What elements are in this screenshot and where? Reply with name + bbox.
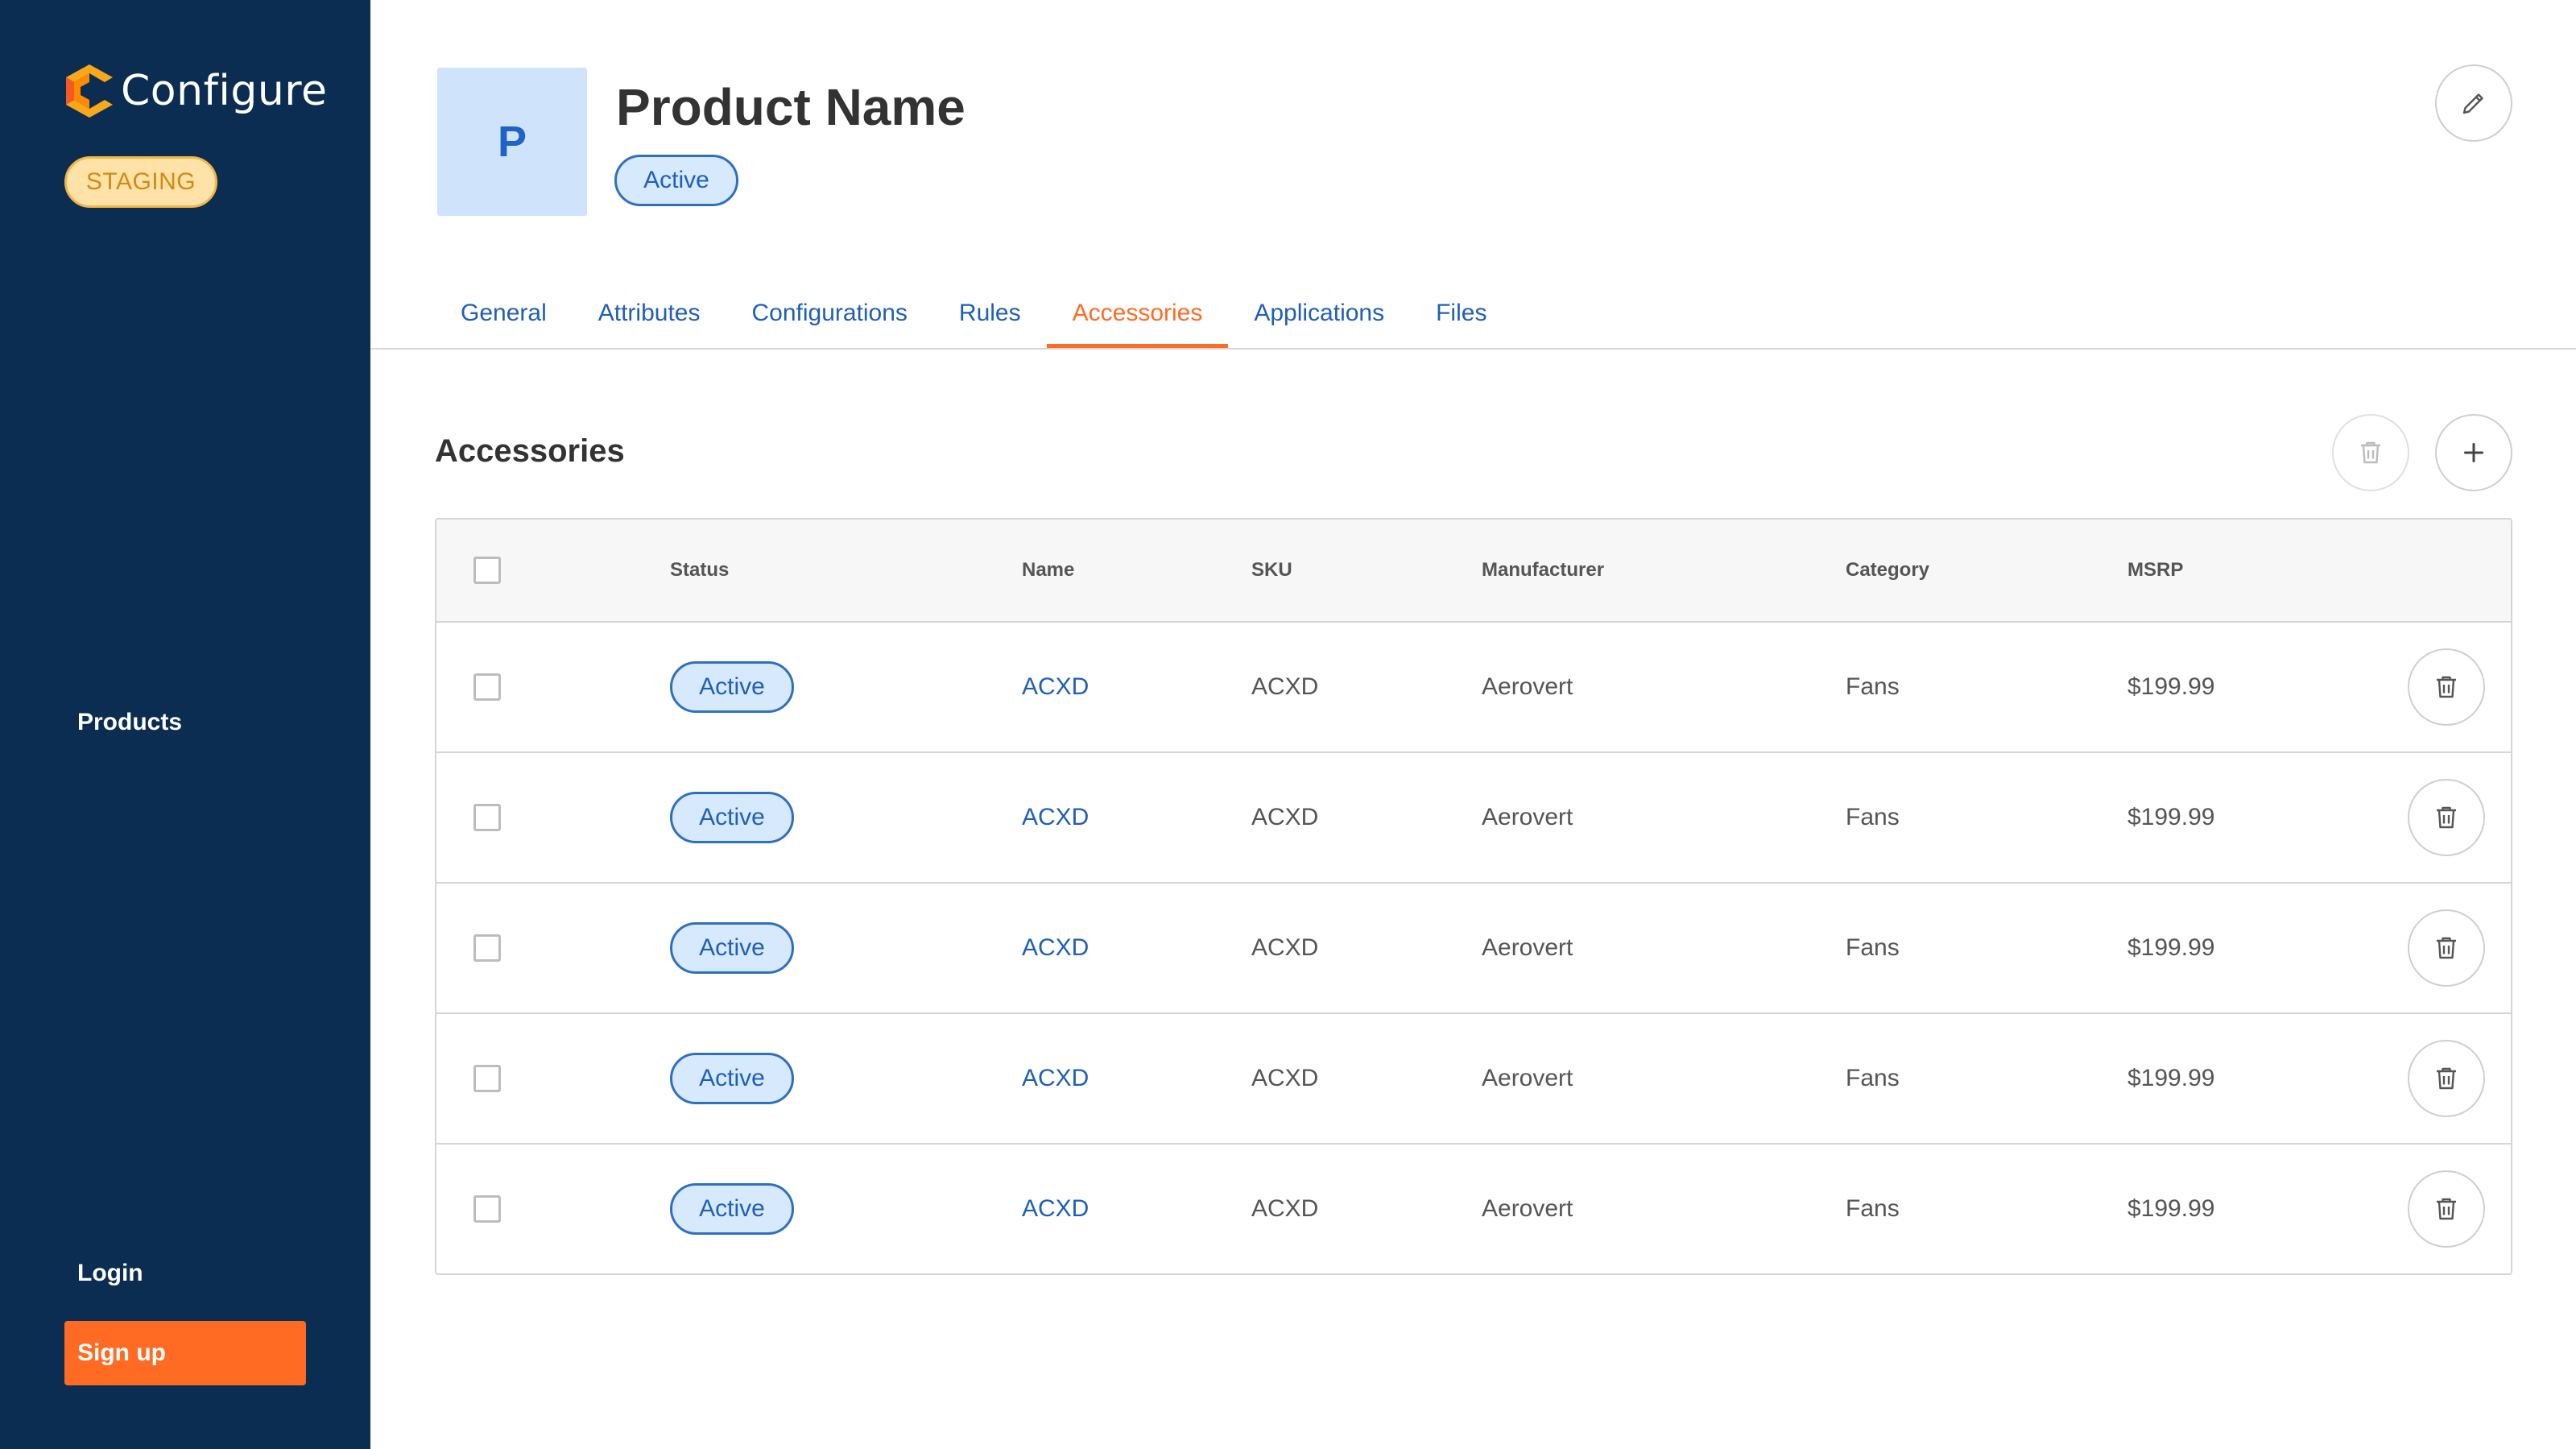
status-cell: Active (670, 884, 794, 1012)
edit-product-button[interactable] (2435, 64, 2512, 142)
add-accessory-button[interactable] (2435, 414, 2512, 491)
status-badge: Active (670, 922, 794, 974)
row-checkbox[interactable] (473, 1195, 501, 1223)
row-checkbox[interactable] (473, 673, 501, 701)
table-row: Active ACXD ACXD Aerovert Fans $199.99 (436, 753, 2511, 884)
status-badge: Active (670, 1053, 794, 1104)
login-link[interactable]: Login (77, 1260, 143, 1287)
section-title: Accessories (435, 433, 625, 469)
manufacturer-cell: Aerovert (1482, 1195, 1573, 1222)
accessories-table: Status Name SKU Manufacturer Category MS… (435, 518, 2512, 1275)
status-cell: Active (670, 1014, 794, 1143)
column-header-name[interactable]: Name (1022, 520, 1074, 621)
column-header-msrp[interactable]: MSRP (2127, 520, 2183, 621)
trash-icon (2437, 676, 2456, 698)
configure-logo-icon (66, 64, 113, 118)
sidebar: Configure STAGING Products Login Sign up (0, 0, 370, 1449)
accessory-name-link[interactable]: ACXD (1022, 753, 1089, 882)
trash-icon (2361, 441, 2380, 464)
row-select-cell (473, 623, 501, 751)
status-badge: Active (670, 1183, 794, 1235)
app-logo[interactable]: Configure (63, 63, 328, 119)
row-select-cell (473, 884, 501, 1012)
row-select-cell (473, 753, 501, 882)
table-row: Active ACXD ACXD Aerovert Fans $199.99 (436, 1145, 2511, 1273)
msrp-cell: $199.99 (2127, 934, 2215, 961)
row-delete-button[interactable] (2408, 909, 2485, 987)
accessory-name-link[interactable]: ACXD (1022, 1014, 1089, 1143)
row-delete-button[interactable] (2408, 779, 2485, 856)
row-checkbox[interactable] (473, 934, 501, 962)
status-badge: Active (670, 661, 794, 713)
product-avatar: P (437, 68, 587, 216)
accessory-name-link[interactable]: ACXD (1022, 884, 1089, 1012)
row-delete-button[interactable] (2408, 648, 2485, 726)
bulk-delete-button[interactable] (2332, 414, 2409, 491)
category-cell: Fans (1846, 673, 1900, 700)
row-delete-button[interactable] (2408, 1170, 2485, 1248)
plus-icon (2464, 443, 2483, 462)
manufacturer-cell: Aerovert (1482, 804, 1573, 830)
sku-cell: ACXD (1251, 1195, 1319, 1222)
status-cell: Active (670, 753, 794, 882)
msrp-cell: $199.99 (2127, 673, 2215, 700)
table-row: Active ACXD ACXD Aerovert Fans $199.99 (436, 884, 2511, 1014)
sku-cell: ACXD (1251, 1065, 1319, 1091)
status-cell: Active (670, 623, 794, 751)
status-cell: Active (670, 1145, 794, 1273)
category-cell: Fans (1846, 1195, 1900, 1222)
row-checkbox[interactable] (473, 1065, 501, 1092)
environment-badge: STAGING (64, 156, 217, 208)
row-checkbox[interactable] (473, 804, 501, 831)
sku-cell: ACXD (1251, 804, 1319, 830)
category-cell: Fans (1846, 934, 1900, 961)
select-all-cell (473, 520, 501, 621)
trash-icon (2437, 806, 2456, 829)
trash-icon (2437, 1198, 2456, 1220)
sidebar-item-products[interactable]: Products (77, 709, 182, 736)
sku-cell: ACXD (1251, 934, 1319, 961)
tab-configurations[interactable]: Configurations (726, 284, 932, 345)
tab-attributes[interactable]: Attributes (573, 284, 726, 345)
tab-accessories[interactable]: Accessories (1046, 284, 1229, 348)
sku-cell: ACXD (1251, 673, 1319, 700)
page-title: Product Name (616, 78, 965, 136)
tab-general[interactable]: General (435, 284, 573, 345)
category-cell: Fans (1846, 804, 1900, 830)
status-badge: Active (670, 792, 794, 843)
tab-rules[interactable]: Rules (933, 284, 1047, 345)
accessory-name-link[interactable]: ACXD (1022, 1145, 1089, 1273)
accessory-name-link[interactable]: ACXD (1022, 623, 1089, 751)
column-header-sku[interactable]: SKU (1251, 520, 1292, 621)
table-row: Active ACXD ACXD Aerovert Fans $199.99 (436, 1014, 2511, 1145)
pencil-icon (2462, 93, 2483, 114)
app-name: Configure (121, 67, 328, 115)
column-header-status[interactable]: Status (670, 520, 729, 621)
product-status-badge: Active (614, 155, 738, 206)
manufacturer-cell: Aerovert (1482, 934, 1573, 961)
column-header-manufacturer[interactable]: Manufacturer (1482, 520, 1604, 621)
msrp-cell: $199.99 (2127, 1065, 2215, 1091)
row-delete-button[interactable] (2408, 1040, 2485, 1117)
trash-icon (2437, 1067, 2456, 1090)
row-select-cell (473, 1014, 501, 1143)
msrp-cell: $199.99 (2127, 1195, 2215, 1222)
select-all-checkbox[interactable] (473, 557, 501, 584)
tabs-divider (370, 348, 2576, 350)
manufacturer-cell: Aerovert (1482, 1065, 1573, 1091)
tab-applications[interactable]: Applications (1228, 284, 1410, 345)
table-row: Active ACXD ACXD Aerovert Fans $199.99 (436, 623, 2511, 753)
table-header: Status Name SKU Manufacturer Category MS… (436, 520, 2511, 623)
column-header-category[interactable]: Category (1846, 520, 1929, 621)
signup-button[interactable]: Sign up (64, 1321, 306, 1385)
product-tabs: General Attributes Configurations Rules … (435, 284, 1512, 348)
manufacturer-cell: Aerovert (1482, 673, 1573, 700)
category-cell: Fans (1846, 1065, 1900, 1091)
msrp-cell: $199.99 (2127, 804, 2215, 830)
trash-icon (2437, 937, 2456, 959)
row-select-cell (473, 1145, 501, 1273)
tab-files[interactable]: Files (1410, 284, 1512, 345)
